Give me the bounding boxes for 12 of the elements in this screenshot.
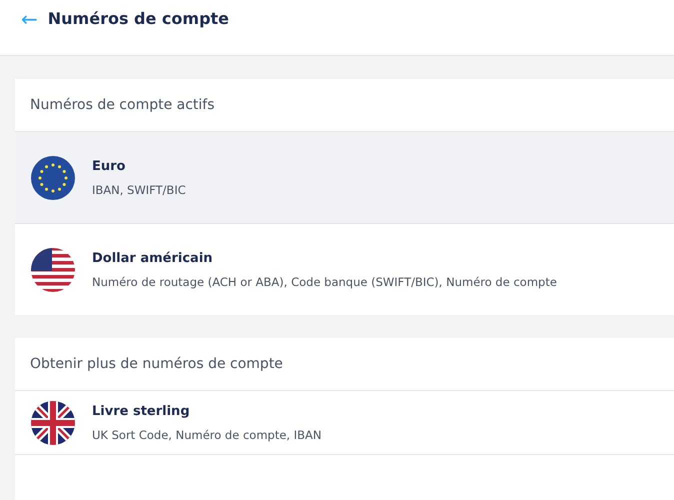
currency-details: UK Sort Code, Numéro de compte, IBAN bbox=[92, 428, 322, 442]
flag-icon bbox=[30, 246, 76, 292]
currency-item[interactable]: Euro IBAN, SWIFT/BIC bbox=[15, 131, 674, 223]
section-title: Obtenir plus de numéros de compte bbox=[29, 355, 284, 374]
currency-details: IBAN, SWIFT/BIC bbox=[92, 182, 186, 196]
currency-details: Numéro de routage (ACH or ABA), Code banque (SWIFT/BIC), Numéro de compte bbox=[92, 274, 557, 288]
currency-name: Euro bbox=[92, 158, 126, 174]
section-title: Numéros de compte actifs bbox=[29, 96, 216, 115]
currency-name: Livre sterling bbox=[92, 404, 191, 418]
flag-icon bbox=[30, 154, 76, 200]
currency-name: Dollar américain bbox=[92, 250, 214, 266]
page-title: Numéros de compte bbox=[48, 9, 230, 28]
